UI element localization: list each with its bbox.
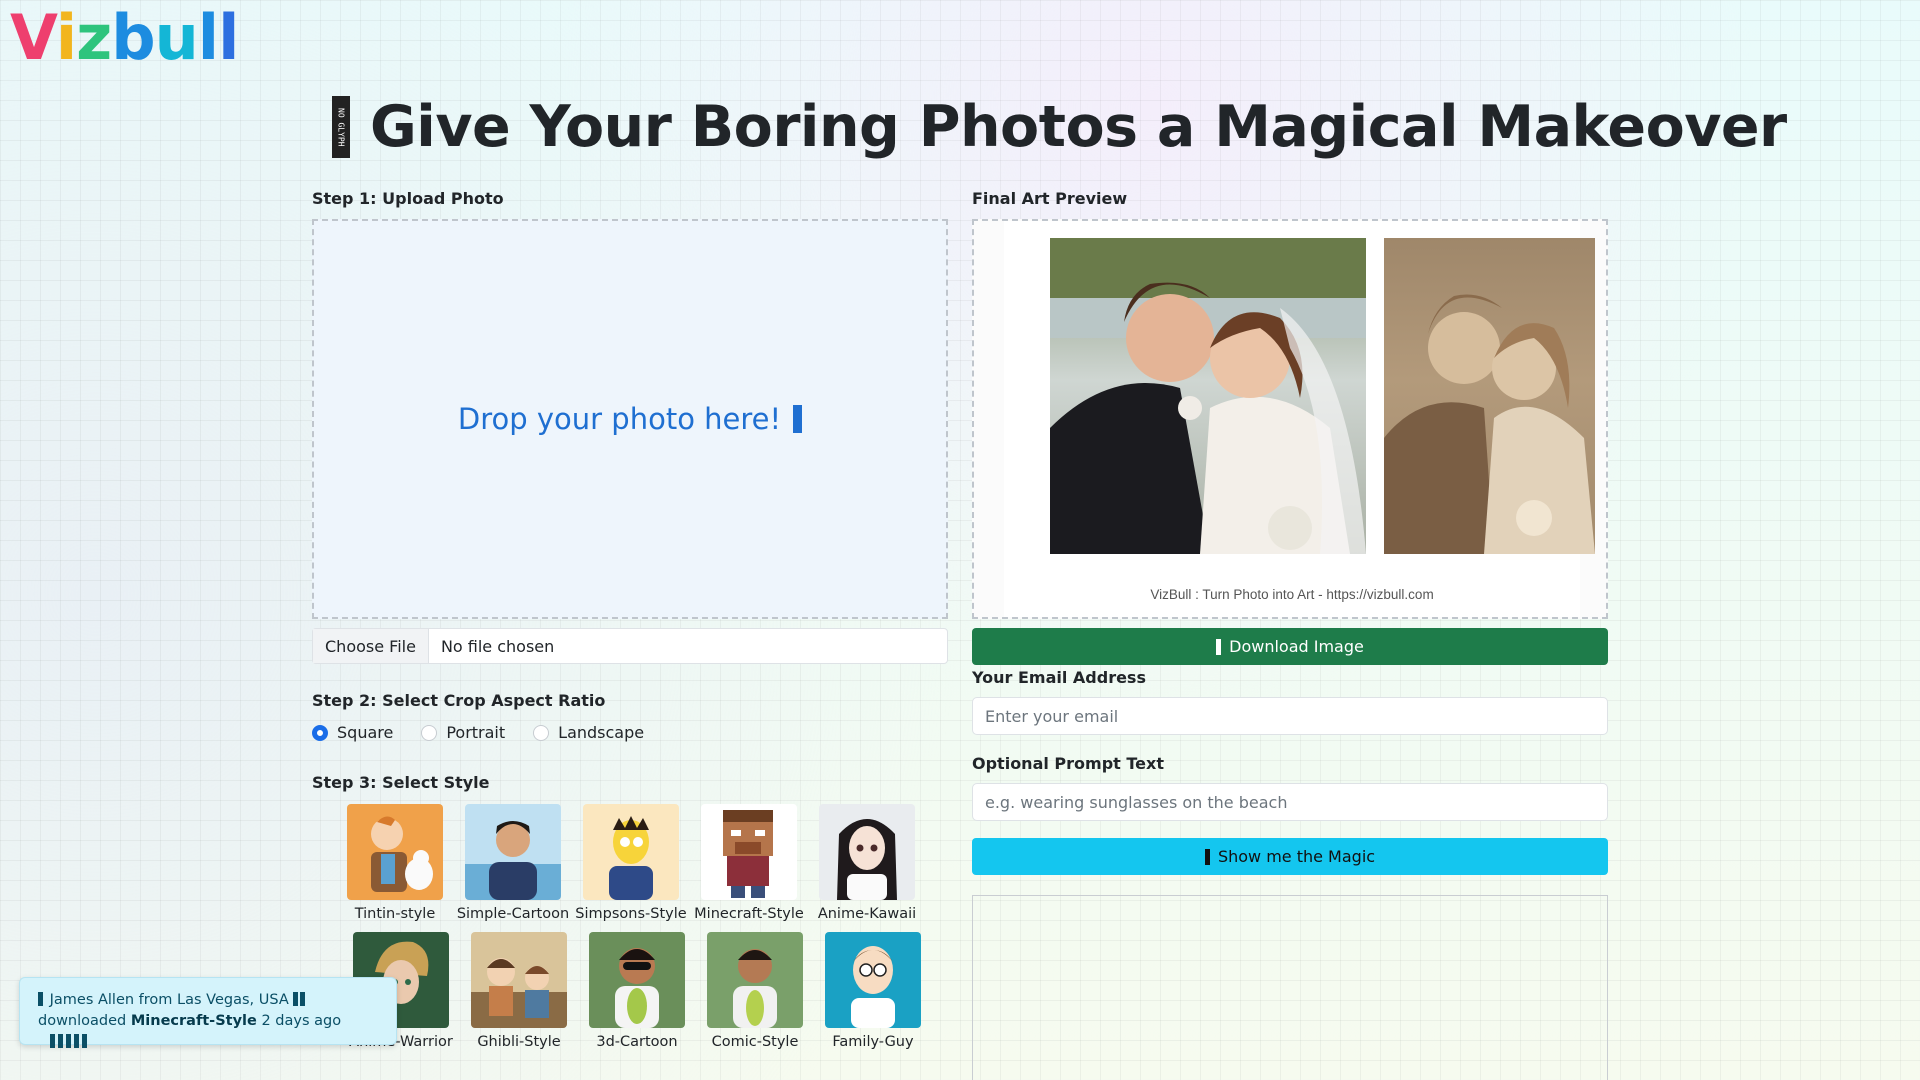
- style-option-3d-cartoon[interactable]: 3d-Cartoon: [578, 932, 696, 1050]
- toast-line2: downloaded Minecraft-Style 2 days ago: [38, 1011, 378, 1053]
- prompt-input[interactable]: [972, 783, 1608, 821]
- star-icon: [50, 1034, 55, 1048]
- style-thumbnail[interactable]: [471, 932, 567, 1028]
- style-row: Anime-Warrior Ghibli-Style 3d-Cartoon Co…: [342, 932, 936, 1050]
- toast-time: 2 days ago: [261, 1013, 342, 1029]
- file-input[interactable]: Choose File No file chosen: [312, 628, 948, 664]
- style-grid: Tintin-style Simple-Cartoon Simpsons-Sty…: [336, 804, 936, 1060]
- style-thumbnail[interactable]: [701, 804, 797, 900]
- style-option-minecraft[interactable]: Minecraft-Style: [690, 804, 808, 922]
- vizbull-logo[interactable]: Vizbull: [10, 1, 239, 74]
- show-magic-button[interactable]: Show me the Magic: [972, 838, 1608, 875]
- radio-label: Portrait: [446, 723, 506, 742]
- flag-icon: [300, 992, 306, 1006]
- dropzone-message: Drop your photo here!: [457, 402, 803, 436]
- style-option-comic[interactable]: Comic-Style: [696, 932, 814, 1050]
- email-input[interactable]: [972, 697, 1608, 735]
- flag-icon: [293, 992, 299, 1006]
- style-thumbnail[interactable]: [583, 804, 679, 900]
- logo-letter: i: [55, 1, 77, 74]
- radio-portrait[interactable]: Portrait: [421, 723, 505, 742]
- download-label: Download Image: [1229, 637, 1364, 656]
- style-label: Minecraft-Style: [694, 906, 804, 922]
- magic-label: Show me the Magic: [1217, 847, 1376, 866]
- toast-prefix: downloaded: [38, 1013, 127, 1029]
- art-result-photo: [1384, 238, 1595, 554]
- user-icon: [38, 992, 43, 1006]
- style-label: Comic-Style: [711, 1034, 799, 1050]
- radio-dot[interactable]: [421, 724, 438, 741]
- style-option-family-guy[interactable]: Family-Guy: [814, 932, 932, 1050]
- choose-file-button[interactable]: Choose File: [313, 629, 429, 663]
- style-row: Tintin-style Simple-Cartoon Simpsons-Sty…: [336, 804, 936, 922]
- style-thumbnail[interactable]: [819, 804, 915, 900]
- aspect-ratio-group: Square Portrait Landscape: [312, 723, 644, 742]
- no-glyph-icon: NO GLYPH: [332, 96, 350, 158]
- style-thumbnail[interactable]: [589, 932, 685, 1028]
- style-option-anime-kawaii[interactable]: Anime-Kawaii: [808, 804, 926, 922]
- style-thumbnail[interactable]: [825, 932, 921, 1028]
- page-headline: NO GLYPH Give Your Boring Photos a Magic…: [332, 94, 1787, 160]
- step3-label: Step 3: Select Style: [312, 773, 490, 792]
- radio-dot[interactable]: [312, 724, 328, 741]
- star-icon: [58, 1034, 63, 1048]
- style-label: Simpsons-Style: [575, 906, 687, 922]
- toast-user: James Allen from Las Vegas, USA: [49, 992, 289, 1008]
- logo-letter: z: [76, 1, 112, 74]
- file-status-text: No file chosen: [440, 636, 555, 656]
- star-icon: [82, 1034, 87, 1048]
- logo-letter: b: [111, 1, 155, 74]
- download-notification-toast: James Allen from Las Vegas, USA download…: [19, 977, 397, 1048]
- logo-letter: l: [197, 1, 219, 74]
- logo-letter: u: [154, 1, 199, 74]
- camera-icon: [793, 405, 803, 433]
- step2-label: Step 2: Select Crop Aspect Ratio: [312, 691, 606, 710]
- style-label: Tintin-style: [354, 906, 436, 922]
- dropzone-text: Drop your photo here!: [457, 402, 782, 436]
- style-thumbnail[interactable]: [707, 932, 803, 1028]
- style-label: Ghibli-Style: [477, 1034, 561, 1050]
- style-label: 3d-Cartoon: [596, 1034, 678, 1050]
- final-art-preview: VizBull : Turn Photo into Art - https://…: [972, 219, 1608, 619]
- radio-label: Landscape: [558, 723, 645, 742]
- style-option-ghibli[interactable]: Ghibli-Style: [460, 932, 578, 1050]
- style-thumbnail[interactable]: [465, 804, 561, 900]
- style-label: Anime-Kawaii: [817, 906, 917, 922]
- toast-line1: James Allen from Las Vegas, USA: [38, 990, 378, 1011]
- radio-landscape[interactable]: Landscape: [533, 723, 644, 742]
- radio-dot[interactable]: [533, 724, 550, 741]
- photo-dropzone[interactable]: Drop your photo here!: [312, 219, 948, 619]
- result-area: [972, 895, 1608, 1080]
- rating-stars: [50, 1032, 90, 1053]
- download-image-button[interactable]: Download Image: [972, 628, 1608, 665]
- star-icon: [74, 1034, 79, 1048]
- style-label: Simple-Cartoon: [456, 906, 570, 922]
- style-label: Family-Guy: [832, 1034, 914, 1050]
- preview-label: Final Art Preview: [972, 189, 1128, 208]
- style-thumbnail[interactable]: [347, 804, 443, 900]
- prompt-label: Optional Prompt Text: [972, 754, 1164, 773]
- star-icon: [66, 1034, 71, 1048]
- logo-letter: l: [218, 1, 239, 74]
- email-label: Your Email Address: [972, 668, 1146, 687]
- original-photo: [1050, 238, 1366, 554]
- step1-label: Step 1: Upload Photo: [312, 189, 504, 208]
- radio-square[interactable]: Square: [312, 723, 393, 742]
- radio-label: Square: [337, 723, 394, 742]
- logo-letter: V: [10, 1, 57, 74]
- style-option-tintin[interactable]: Tintin-style: [336, 804, 454, 922]
- toast-style: Minecraft-Style: [130, 1013, 257, 1029]
- download-icon: [1216, 638, 1222, 655]
- style-option-simpsons[interactable]: Simpsons-Style: [572, 804, 690, 922]
- preview-canvas: VizBull : Turn Photo into Art - https://…: [1004, 221, 1595, 617]
- magic-wand-icon: [1204, 848, 1210, 865]
- page-title: Give Your Boring Photos a Magical Makeov…: [370, 94, 1787, 160]
- style-option-simple-cartoon[interactable]: Simple-Cartoon: [454, 804, 572, 922]
- preview-caption: VizBull : Turn Photo into Art - https://…: [1150, 587, 1434, 602]
